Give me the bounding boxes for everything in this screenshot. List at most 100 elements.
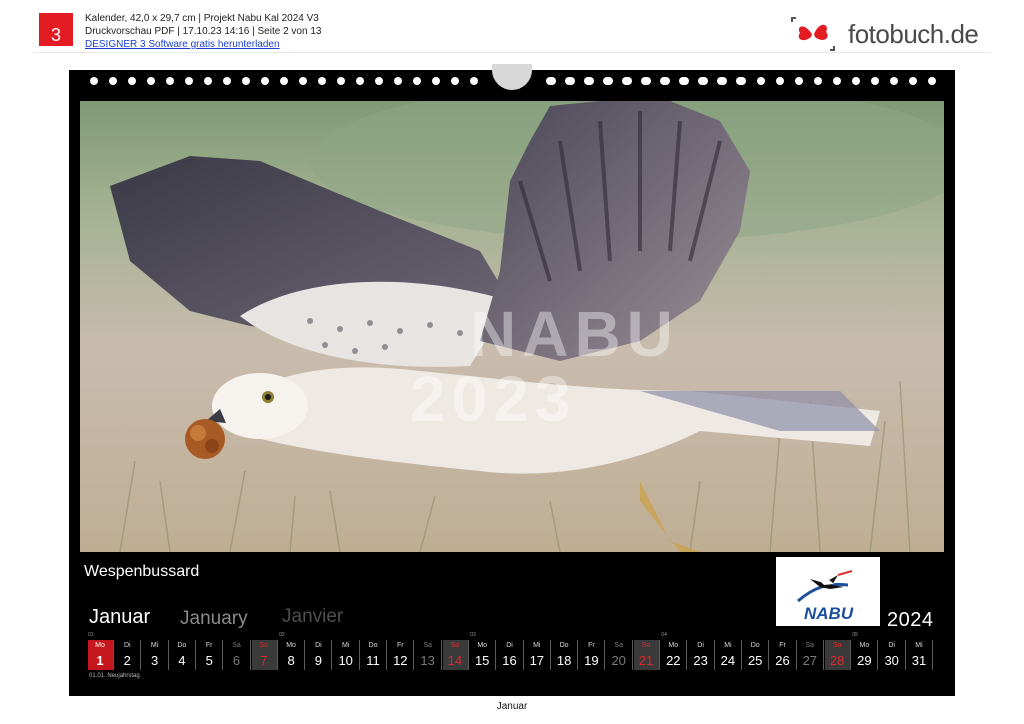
day-cell: Mo 22 — [661, 640, 688, 670]
binding-hole — [681, 77, 689, 85]
calendar-day: Sa 6 — [225, 630, 251, 678]
day-number: 7 — [260, 653, 268, 668]
day-number: 8 — [287, 653, 295, 668]
day-cell: Do 4 — [170, 640, 196, 670]
binding-hole — [738, 77, 746, 85]
binding-hole — [204, 77, 212, 85]
day-cell: Mi 3 — [143, 640, 169, 670]
calendar-day: Sa 27 — [798, 630, 824, 678]
day-number: 12 — [393, 653, 408, 668]
calendar-day: Di 23 — [689, 630, 715, 678]
binding-hole — [90, 77, 98, 85]
weekday-abbrev: Do — [177, 642, 187, 649]
weekday-abbrev: Do — [368, 642, 378, 649]
binding-hole — [261, 77, 269, 85]
binding-hole — [700, 77, 708, 85]
binding-hole — [185, 77, 193, 85]
calendar-day: Di 30 — [880, 630, 906, 678]
day-number: 15 — [474, 653, 490, 668]
binding-hole — [890, 77, 898, 85]
calendar-day: So 14 — [442, 630, 469, 678]
calendar-day: So 7 — [251, 630, 278, 678]
day-number: 29 — [857, 653, 872, 668]
binding-hole — [166, 77, 174, 85]
photo-caption: Wespenbussard — [84, 563, 200, 580]
binding-hole — [586, 77, 594, 85]
day-number: 4 — [178, 653, 186, 668]
weekday-abbrev: Mo — [95, 642, 105, 649]
day-cell: So 21 — [634, 640, 660, 670]
calendar-day: Sa 13 — [416, 630, 442, 678]
day-number: 18 — [556, 653, 572, 668]
weekday-abbrev: So — [641, 642, 651, 649]
day-cell: Do 18 — [552, 640, 579, 670]
day-number: 27 — [802, 653, 818, 668]
weekday-abbrev: Mo — [668, 642, 679, 649]
day-cell: Mi 17 — [525, 640, 551, 670]
day-cell: So 7 — [251, 640, 278, 670]
day-number: 19 — [584, 653, 599, 668]
weekday-abbrev: Di — [697, 642, 704, 649]
weekday-abbrev: Fr — [205, 642, 213, 649]
day-number: 1 — [96, 653, 104, 668]
day-number: 14 — [447, 653, 463, 668]
weekday-abbrev: Mi — [341, 642, 350, 649]
day-cell: Mo 1 — [88, 640, 114, 670]
calendar-day: Mi 17 — [525, 630, 551, 678]
day-number: 21 — [638, 653, 654, 668]
weekday-abbrev: Mi — [724, 642, 732, 649]
weekday-abbrev: Mi — [150, 642, 159, 649]
weekday-abbrev: Sa — [423, 642, 432, 649]
weekday-abbrev: So — [259, 642, 269, 649]
brand-logo[interactable]: fotobuch.de — [790, 16, 990, 52]
binding-hole — [624, 77, 632, 85]
day-cell: Fr 26 — [771, 640, 797, 670]
weekday-abbrev: Fr — [588, 642, 595, 649]
binding-hole — [928, 77, 936, 85]
binding-hole — [643, 77, 651, 85]
binding-hole — [280, 77, 288, 85]
binding-hole — [719, 77, 727, 85]
photo-watermark-line-2: 2023 — [410, 363, 576, 435]
butterfly-logo-icon — [791, 17, 835, 51]
day-number: 9 — [314, 653, 322, 668]
weekday-abbrev: Sa — [805, 642, 815, 649]
calendar-day: Do 4 — [170, 630, 196, 678]
binding-hole — [605, 77, 613, 85]
calendar-day: Fr 26 — [771, 630, 797, 678]
day-number: 20 — [611, 653, 626, 668]
header-divider — [33, 52, 991, 53]
day-number: 30 — [884, 653, 899, 668]
day-cell: Di 16 — [498, 640, 524, 670]
calendar-page: NABU 2023 Wespenbussard NABU Januar Janu… — [69, 64, 955, 696]
day-cell: Sa 20 — [607, 640, 633, 670]
day-cell: Fr 5 — [197, 640, 224, 670]
day-cell: Di 9 — [306, 640, 333, 670]
binding-hole — [662, 77, 670, 85]
download-software-link[interactable]: DESIGNER 3 Software gratis herunterladen — [85, 39, 280, 50]
day-cell: Mi 31 — [907, 640, 933, 670]
binding-hole — [242, 77, 250, 85]
binding-hole — [795, 77, 803, 85]
day-number: 6 — [232, 653, 241, 668]
month-name-german: Januar — [89, 606, 151, 628]
calendar-day: Do 25 — [743, 630, 770, 678]
binding-hole — [470, 77, 478, 85]
weekday-abbrev: Sa — [232, 642, 241, 649]
page-number-badge: 3 — [39, 13, 73, 46]
binding-hole — [909, 77, 917, 85]
calendar-day: Do 18 — [552, 630, 579, 678]
calendar-day: Di 16 — [498, 630, 524, 678]
weekday-abbrev: Mi — [915, 642, 923, 649]
binding-hole — [337, 77, 345, 85]
week-number: 01 — [88, 632, 94, 638]
week-number: 02 — [279, 632, 285, 638]
holiday-note: 01.01. Neujahrstag — [89, 673, 140, 679]
day-cell: Sa 6 — [225, 640, 251, 670]
day-cell: So 14 — [442, 640, 469, 670]
binding-hole — [223, 77, 231, 85]
binding-hole — [375, 77, 383, 85]
binding-hole — [413, 77, 421, 85]
weekday-abbrev: Do — [750, 642, 760, 649]
week-number: 04 — [661, 632, 667, 638]
